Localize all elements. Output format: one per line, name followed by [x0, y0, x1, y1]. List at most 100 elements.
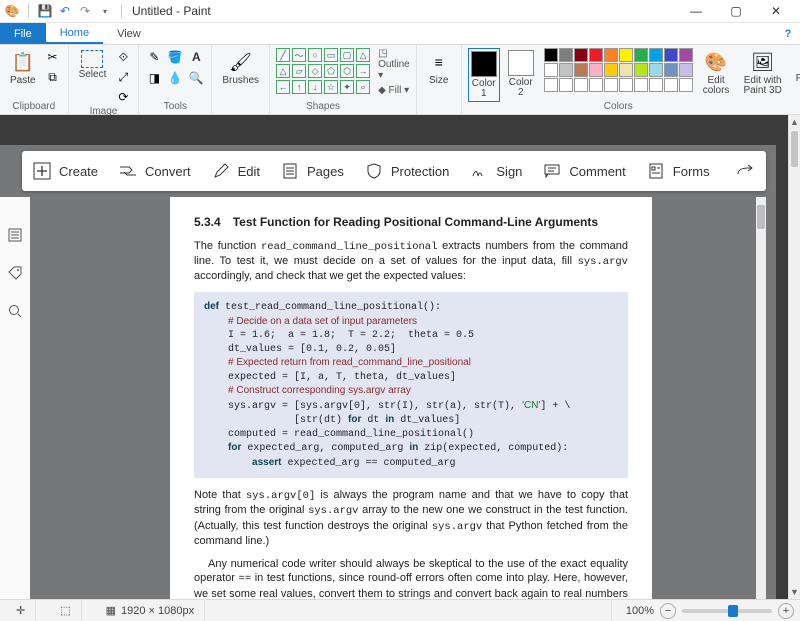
- pages-icon: [280, 161, 300, 181]
- tab-home[interactable]: Home: [46, 23, 103, 44]
- eraser-icon[interactable]: ◨: [145, 69, 163, 87]
- pdf-scrollbar[interactable]: [756, 197, 766, 599]
- group-label: Shapes: [276, 101, 370, 112]
- undo-icon[interactable]: ↶: [57, 3, 73, 19]
- color-swatch[interactable]: [664, 78, 678, 92]
- help-icon[interactable]: ?: [776, 23, 800, 44]
- tab-file[interactable]: File: [0, 23, 46, 44]
- color-swatch[interactable]: [544, 63, 558, 77]
- zoom-out-button[interactable]: −: [660, 603, 676, 619]
- color-swatch[interactable]: [574, 48, 588, 62]
- pdf-redo-button[interactable]: [736, 161, 756, 181]
- product-alert-button[interactable]: i Product alert: [792, 48, 800, 96]
- text-icon[interactable]: A: [187, 48, 205, 66]
- color-swatch[interactable]: [589, 48, 603, 62]
- pdf-convert-button[interactable]: Convert: [118, 161, 191, 181]
- color2-label: Color 2: [509, 78, 533, 98]
- rotate-icon[interactable]: ⟳: [114, 88, 132, 106]
- redo-arrow-icon: [736, 161, 756, 181]
- redo-icon[interactable]: ↷: [77, 3, 93, 19]
- pdf-sign-label: Sign: [496, 164, 522, 179]
- zoom-value: 100%: [626, 605, 654, 617]
- color-swatch[interactable]: [559, 78, 573, 92]
- color2-button[interactable]: Color 2: [504, 48, 538, 102]
- magnifier-icon[interactable]: 🔍: [187, 69, 205, 87]
- color-swatch[interactable]: [634, 63, 648, 77]
- qat-dropdown-icon[interactable]: ▾: [97, 3, 113, 19]
- color-swatch[interactable]: [619, 78, 633, 92]
- tab-view[interactable]: View: [103, 23, 155, 44]
- maximize-button[interactable]: ▢: [716, 0, 756, 23]
- shape-outline-button[interactable]: ◳ Outline ▾: [378, 48, 410, 81]
- pencil-icon[interactable]: ✎: [145, 48, 163, 66]
- pdf-page-viewport[interactable]: 5.3.4 Test Function for Reading Position…: [30, 197, 766, 599]
- convert-icon: [118, 161, 138, 181]
- paste-button[interactable]: 📋 Paste: [6, 48, 40, 88]
- color-swatch[interactable]: [559, 63, 573, 77]
- pdf-sign-button[interactable]: Sign: [469, 161, 522, 181]
- close-button[interactable]: ✕: [756, 0, 796, 23]
- size-button[interactable]: ≡ Size: [423, 48, 455, 88]
- plus-icon: [32, 161, 52, 181]
- color-swatch[interactable]: [634, 48, 648, 62]
- pdf-protection-button[interactable]: Protection: [364, 161, 450, 181]
- color-swatch[interactable]: [649, 63, 663, 77]
- pdf-protection-label: Protection: [391, 164, 450, 179]
- fill-icon[interactable]: 🪣: [166, 48, 184, 66]
- fill-shape-icon: ◆: [378, 85, 386, 96]
- section-title: Test Function for Reading Positional Com…: [233, 215, 598, 229]
- picker-icon[interactable]: 💧: [166, 69, 184, 87]
- zoom-slider[interactable]: [682, 609, 772, 613]
- tag-icon[interactable]: [5, 263, 25, 283]
- color-swatch[interactable]: [574, 78, 588, 92]
- color-swatch[interactable]: [679, 63, 693, 77]
- save-icon[interactable]: 💾: [37, 3, 53, 19]
- color-swatch[interactable]: [544, 78, 558, 92]
- cut-icon[interactable]: ✂: [44, 48, 62, 66]
- color-swatch[interactable]: [619, 63, 633, 77]
- color-swatch[interactable]: [604, 48, 618, 62]
- color-swatch[interactable]: [604, 63, 618, 77]
- shape-fill-button[interactable]: ◆ Fill ▾: [378, 85, 410, 96]
- color-swatch[interactable]: [679, 78, 693, 92]
- pdf-create-button[interactable]: Create: [32, 161, 98, 181]
- color-swatch[interactable]: [649, 78, 663, 92]
- scroll-down-icon[interactable]: ▼: [789, 585, 800, 599]
- resize-icon[interactable]: ⤢: [114, 68, 132, 86]
- section-number: 5.3.4: [194, 215, 221, 229]
- paint3d-button[interactable]: 🖼 Edit with Paint 3D: [739, 48, 785, 98]
- zoom-in-button[interactable]: +: [778, 603, 794, 619]
- paint-vertical-scrollbar[interactable]: ▲ ▼: [788, 115, 800, 599]
- color-palette[interactable]: [544, 48, 693, 92]
- pdf-edit-button[interactable]: Edit: [211, 161, 260, 181]
- copy-icon[interactable]: ⧉: [44, 68, 62, 86]
- color-swatch[interactable]: [679, 48, 693, 62]
- color-swatch[interactable]: [604, 78, 618, 92]
- color-swatch[interactable]: [619, 48, 633, 62]
- zoom-slider-knob[interactable]: [728, 605, 738, 617]
- crop-icon[interactable]: ⟐: [114, 48, 132, 66]
- pdf-forms-button[interactable]: Forms: [646, 161, 710, 181]
- scroll-up-icon[interactable]: ▲: [789, 115, 800, 129]
- color-swatch[interactable]: [634, 78, 648, 92]
- shapes-gallery[interactable]: ╱〜○▭▢△ △▱◇⬠⬡→ ←↑↓☆✦⌕: [276, 48, 370, 94]
- edit-colors-button[interactable]: 🎨 Edit colors: [699, 48, 734, 98]
- thumbnails-icon[interactable]: [5, 225, 25, 245]
- scrollbar-thumb[interactable]: [757, 205, 765, 229]
- color1-button[interactable]: Color 1: [468, 48, 500, 102]
- color-swatch[interactable]: [589, 78, 603, 92]
- select-button[interactable]: Select: [75, 48, 111, 82]
- color-swatch[interactable]: [664, 63, 678, 77]
- color-swatch[interactable]: [574, 63, 588, 77]
- minimize-button[interactable]: —: [676, 0, 716, 23]
- color-swatch[interactable]: [559, 48, 573, 62]
- color-swatch[interactable]: [544, 48, 558, 62]
- color-swatch[interactable]: [664, 48, 678, 62]
- pdf-comment-button[interactable]: Comment: [542, 161, 625, 181]
- color-swatch[interactable]: [589, 63, 603, 77]
- brushes-button[interactable]: 🖌 Brushes: [218, 48, 263, 88]
- scrollbar-thumb[interactable]: [791, 131, 798, 167]
- search-icon[interactable]: [5, 301, 25, 321]
- pdf-pages-button[interactable]: Pages: [280, 161, 344, 181]
- color-swatch[interactable]: [649, 48, 663, 62]
